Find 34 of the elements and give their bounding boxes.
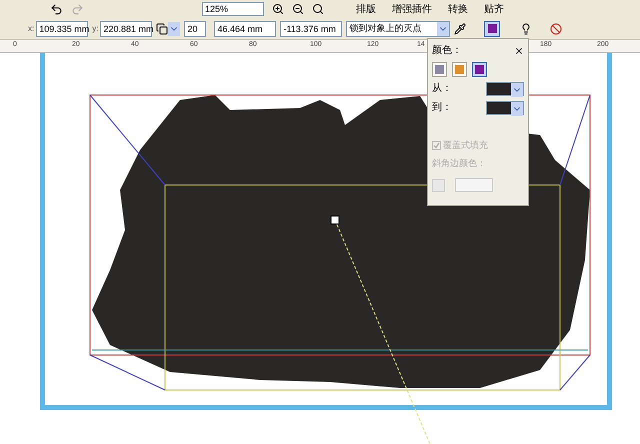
zoom-field[interactable]: 125%	[202, 2, 264, 16]
bevel-color-label: 斜角边颜色：	[432, 156, 487, 170]
menu-button[interactable]: 增强插件	[392, 2, 432, 16]
to-label: 到：	[432, 101, 452, 115]
panel-title: 颜色：	[432, 44, 462, 58]
from-color-picker[interactable]	[486, 82, 524, 96]
color-mode-button[interactable]	[432, 62, 447, 77]
bevel-color-picker	[455, 178, 493, 192]
x-position-field[interactable]: 109.335 mm	[36, 20, 88, 36]
zoom-out-icon[interactable]	[292, 3, 304, 15]
zoom-in-icon[interactable]	[272, 3, 284, 15]
menu-button[interactable]: 排版	[356, 2, 376, 16]
eyedropper-icon[interactable]	[454, 22, 466, 34]
color-mode-button[interactable]	[452, 62, 467, 77]
lock-dropdown[interactable]: 锁到对象上的灭点	[346, 20, 450, 36]
close-icon[interactable]	[514, 46, 524, 56]
menu-button[interactable]: 转换	[448, 2, 468, 16]
bevel-color-icon	[432, 178, 445, 192]
y-position-field[interactable]: 220.881 mm	[100, 20, 152, 36]
lightbulb-icon[interactable]	[520, 22, 532, 34]
vanishing-point-x-field[interactable]: 46.464 mm	[214, 20, 276, 36]
zoom-icon[interactable]	[312, 3, 324, 15]
to-color-picker[interactable]	[486, 100, 524, 114]
extrude-color-button[interactable]	[484, 20, 500, 36]
x-label: x:	[28, 22, 34, 34]
clear-extrude-icon[interactable]	[550, 22, 562, 34]
depth-field[interactable]: 20	[184, 20, 206, 36]
y-label: y:	[92, 22, 98, 34]
undo-icon[interactable]	[50, 2, 63, 16]
menu-button[interactable]: 贴齐	[484, 2, 504, 16]
vanishing-point-y-field[interactable]: -113.376 mm	[280, 20, 342, 36]
from-label: 从：	[432, 82, 452, 96]
overprint-label: 覆盖式填充	[443, 139, 488, 152]
color-mode-button[interactable]	[472, 62, 487, 77]
